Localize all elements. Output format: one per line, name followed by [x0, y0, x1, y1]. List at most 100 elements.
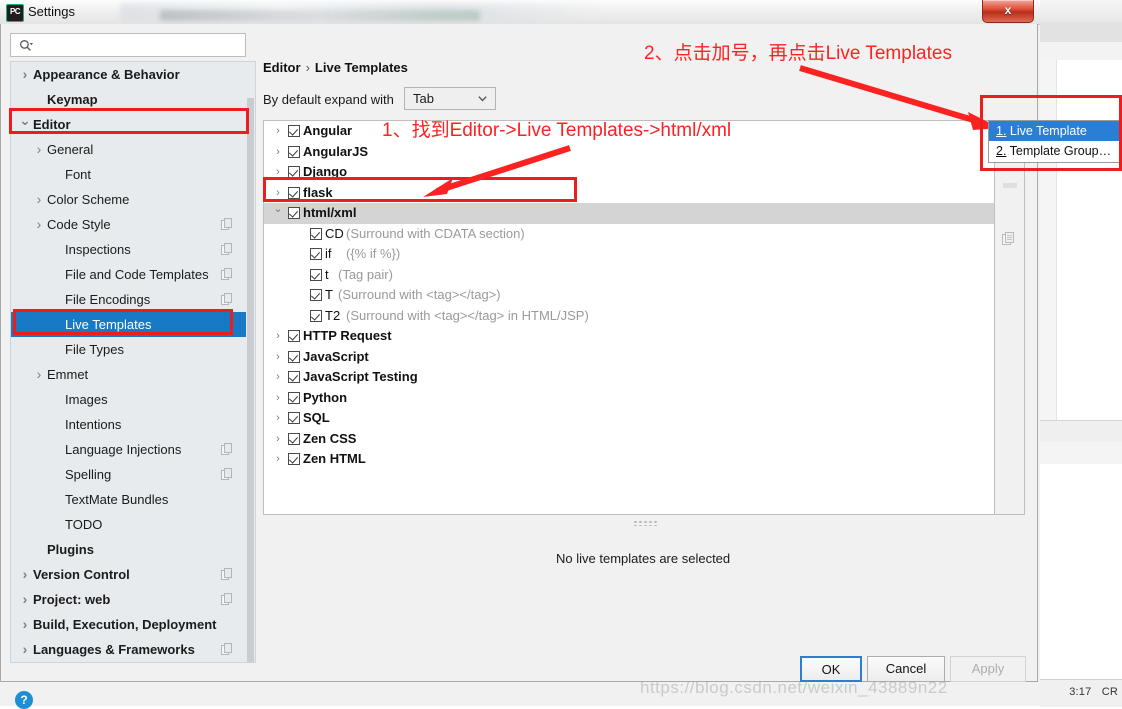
chevron-right-icon[interactable]: › — [272, 347, 284, 368]
chevron-right-icon[interactable]: › — [33, 187, 45, 212]
chevron-right-icon[interactable]: › — [272, 388, 284, 409]
template-checkbox[interactable] — [310, 309, 322, 322]
sidebar-item-file-encodings[interactable]: File Encodings — [11, 287, 255, 312]
copy-settings-icon[interactable] — [221, 593, 233, 605]
sidebar-item-spelling[interactable]: Spelling — [11, 462, 255, 487]
template-checkbox[interactable] — [288, 186, 300, 199]
chevron-right-icon[interactable]: › — [272, 408, 284, 429]
panel-splitter[interactable] — [263, 517, 1025, 529]
search-input[interactable] — [39, 38, 243, 56]
sidebar-item-general[interactable]: › General — [11, 137, 255, 162]
template-row[interactable]: › JavaScript — [264, 347, 994, 368]
expand-with-select[interactable]: Tab — [404, 87, 496, 110]
template-checkbox[interactable] — [288, 330, 300, 342]
template-row[interactable]: › JavaScript Testing — [264, 367, 994, 388]
template-row[interactable]: T2 (Surround with <tag></tag> in HTML/JSP… — [264, 306, 994, 327]
copy-settings-icon[interactable] — [221, 468, 233, 480]
template-row[interactable]: › SQL — [264, 408, 994, 429]
chevron-right-icon[interactable]: › — [19, 562, 31, 587]
sidebar-item-live-templates[interactable]: Live Templates — [11, 312, 255, 337]
template-checkbox[interactable] — [288, 350, 300, 363]
copy-settings-icon[interactable] — [221, 568, 233, 580]
sidebar-item-font[interactable]: Font — [11, 162, 255, 187]
chevron-right-icon[interactable]: › — [33, 137, 45, 162]
sidebar-item-keymap[interactable]: Keymap — [11, 87, 255, 112]
chevron-right-icon[interactable]: › — [33, 362, 45, 387]
duplicate-icon[interactable] — [1001, 231, 1017, 247]
breadcrumb-root[interactable]: Editor — [263, 60, 301, 75]
template-row[interactable]: › AngularJS — [264, 142, 994, 163]
chevron-right-icon[interactable]: › — [19, 62, 31, 87]
menu-item[interactable]: 2. Template Group… — [989, 141, 1119, 161]
sidebar-item-inspections[interactable]: Inspections — [11, 237, 255, 262]
sidebar-item-build-execution-deployment[interactable]: › Build, Execution, Deployment — [11, 612, 255, 637]
settings-category-tree[interactable]: › Appearance & Behavior Keymap ⌄ Editor › Gene… — [10, 61, 256, 663]
sidebar-item-images[interactable]: Images — [11, 387, 255, 412]
template-checkbox[interactable] — [288, 453, 300, 465]
template-checkbox[interactable] — [288, 391, 300, 404]
menu-item[interactable]: 1. Live Template — [989, 121, 1119, 141]
copy-settings-icon[interactable] — [221, 643, 233, 655]
chevron-right-icon[interactable]: › — [19, 587, 31, 612]
add-template-menu[interactable]: 1. Live Template 2. Template Group… — [988, 120, 1120, 163]
template-checkbox[interactable] — [288, 166, 300, 178]
sidebar-item-todo[interactable]: TODO — [11, 512, 255, 537]
sidebar-item-emmet[interactable]: › Emmet — [11, 362, 255, 387]
chevron-right-icon[interactable]: › — [272, 142, 284, 163]
template-row[interactable]: ⌄ html/xml — [264, 203, 994, 224]
chevron-down-icon[interactable]: ⌄ — [272, 199, 284, 220]
search-box[interactable] — [10, 33, 246, 57]
template-row[interactable]: › Zen HTML — [264, 449, 994, 470]
chevron-right-icon[interactable]: › — [272, 429, 284, 450]
template-checkbox[interactable] — [288, 371, 300, 383]
template-row[interactable]: CD (Surround with CDATA section) — [264, 224, 994, 245]
chevron-down-icon[interactable]: ⌄ — [19, 108, 31, 133]
template-row[interactable]: › Zen CSS — [264, 429, 994, 450]
sidebar-item-textmate-bundles[interactable]: TextMate Bundles — [11, 487, 255, 512]
help-icon[interactable]: ? — [15, 691, 33, 709]
sidebar-item-appearance-behavior[interactable]: › Appearance & Behavior — [11, 62, 255, 87]
template-row[interactable]: if ({% if %}) — [264, 244, 994, 265]
chevron-right-icon[interactable]: › — [272, 121, 284, 142]
sidebar-item-editor[interactable]: ⌄ Editor — [11, 112, 255, 137]
copy-settings-icon[interactable] — [221, 218, 233, 230]
sidebar-item-file-types[interactable]: File Types — [11, 337, 255, 362]
template-checkbox[interactable] — [288, 145, 300, 158]
chevron-right-icon[interactable]: › — [33, 212, 45, 237]
sidebar-item-color-scheme[interactable]: › Color Scheme — [11, 187, 255, 212]
template-row[interactable]: › Python — [264, 388, 994, 409]
copy-settings-icon[interactable] — [221, 268, 233, 280]
splitter-grip[interactable] — [633, 520, 659, 526]
template-row[interactable]: › Django — [264, 162, 994, 183]
template-checkbox[interactable] — [288, 125, 300, 137]
template-checkbox[interactable] — [310, 248, 322, 260]
chevron-right-icon[interactable]: › — [272, 449, 284, 470]
sidebar-scrollbar[interactable] — [246, 62, 255, 662]
copy-settings-icon[interactable] — [221, 243, 233, 255]
template-row[interactable]: › HTTP Request — [264, 326, 994, 347]
chevron-right-icon[interactable]: › — [272, 367, 284, 388]
close-icon[interactable]: x — [982, 0, 1034, 23]
template-row[interactable]: t (Tag pair) — [264, 265, 994, 286]
sidebar-item-version-control[interactable]: › Version Control — [11, 562, 255, 587]
template-row[interactable]: T (Surround with <tag></tag>) — [264, 285, 994, 306]
template-checkbox[interactable] — [310, 268, 322, 281]
template-row[interactable]: › flask — [264, 183, 994, 204]
live-templates-tree[interactable]: › Angular › AngularJS › Django › flask ⌄ html/xml… — [263, 120, 995, 515]
copy-settings-icon[interactable] — [221, 293, 233, 305]
template-checkbox[interactable] — [288, 432, 300, 445]
template-checkbox[interactable] — [288, 412, 300, 424]
sidebar-item-plugins[interactable]: Plugins — [11, 537, 255, 562]
sidebar-scrollbar-thumb[interactable] — [247, 98, 254, 662]
sidebar-item-file-and-code-templates[interactable]: File and Code Templates — [11, 262, 255, 287]
template-checkbox[interactable] — [310, 227, 322, 240]
template-checkbox[interactable] — [310, 289, 322, 301]
sidebar-item-project-web[interactable]: › Project: web — [11, 587, 255, 612]
chevron-right-icon[interactable]: › — [272, 326, 284, 347]
sidebar-item-language-injections[interactable]: Language Injections — [11, 437, 255, 462]
chevron-right-icon[interactable]: › — [272, 162, 284, 183]
sidebar-item-intentions[interactable]: Intentions — [11, 412, 255, 437]
chevron-right-icon[interactable]: › — [19, 612, 31, 637]
copy-settings-icon[interactable] — [221, 443, 233, 455]
sidebar-item-code-style[interactable]: › Code Style — [11, 212, 255, 237]
